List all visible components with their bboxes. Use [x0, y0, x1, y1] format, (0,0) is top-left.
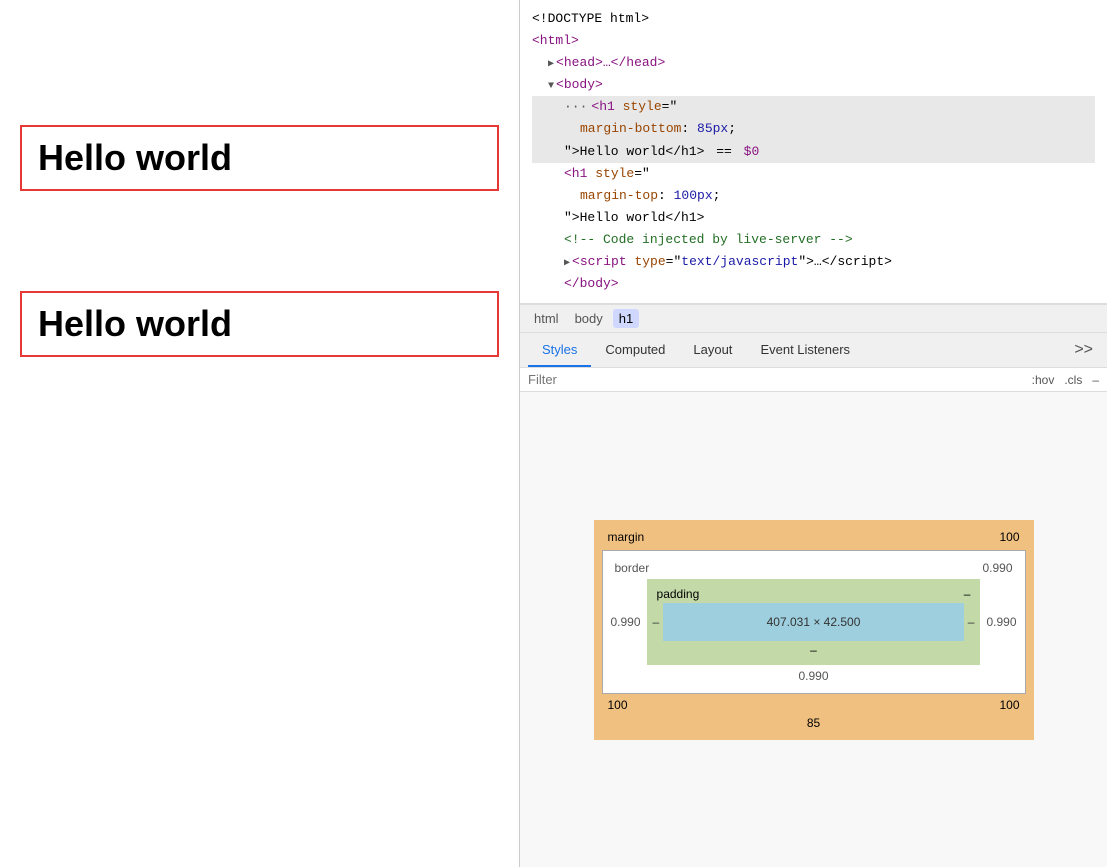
margin-top-value: 100 [999, 530, 1019, 544]
padding-bottom-value: – [810, 643, 817, 657]
border-bottom-row: 0.990 [611, 665, 1017, 685]
filter-bar: :hov .cls – [520, 368, 1107, 392]
hello-world-text-1: Hello world [38, 137, 481, 179]
border-top-row: border 0.990 [611, 559, 1017, 579]
content-box: 407.031 × 42.500 [663, 603, 964, 641]
margin-bottom-row: 85 [602, 712, 1026, 732]
padding-bottom-row: – [653, 641, 975, 659]
padding-label: padding [657, 587, 700, 601]
padding-box: padding – – 407.031 × 42.500 – [647, 579, 981, 665]
margin-side-row: 100 100 [602, 694, 1026, 712]
margin-top-row: margin 100 [602, 528, 1026, 550]
border-right-value: 0.990 [986, 615, 1016, 629]
dom-line-h1-content: ">Hello world</h1> == $0 [532, 141, 1095, 163]
hello-world-box-2: Hello world [20, 291, 499, 357]
dom-line-head[interactable]: ▶ <head>…</head> [532, 52, 1095, 74]
tab-layout[interactable]: Layout [679, 334, 746, 367]
margin-right-value: 100 [999, 698, 1019, 712]
devtools-panel: <!DOCTYPE html> <html> ▶ <head>…</head> … [520, 0, 1107, 867]
dom-line-body[interactable]: ▼ <body> [532, 74, 1095, 96]
border-bottom-value: 0.990 [798, 669, 828, 683]
box-model-diagram: margin 100 border 0.990 0.990 [594, 520, 1034, 740]
padding-right-value: – [968, 615, 975, 629]
breadcrumb-body[interactable]: body [569, 309, 609, 328]
padding-middle: – 407.031 × 42.500 – [653, 603, 975, 641]
hello-world-box-1: Hello world [20, 125, 499, 191]
tab-event-listeners[interactable]: Event Listeners [746, 334, 864, 367]
content-size: 407.031 × 42.500 [767, 615, 861, 629]
hello-world-text-2: Hello world [38, 303, 481, 345]
margin-left-value: 100 [608, 698, 628, 712]
dom-line-h1-2-open: <h1 style=" [532, 163, 1095, 185]
breadcrumb: html body h1 [520, 304, 1107, 333]
padding-and-content: padding – – 407.031 × 42.500 – [647, 579, 981, 665]
script-triangle-icon[interactable]: ▶ [564, 255, 570, 272]
border-middle: 0.990 padding – – [611, 579, 1017, 665]
dom-line-margin-top: margin-top: 100px; [532, 185, 1095, 207]
padding-top-value: – [964, 587, 971, 601]
devtools-tabs: Styles Computed Layout Event Listeners >… [520, 333, 1107, 368]
border-box: border 0.990 0.990 padding – [602, 550, 1026, 694]
margin-label: margin [608, 530, 645, 544]
dom-line-h1-2-content: ">Hello world</h1> [532, 207, 1095, 229]
dom-line-script[interactable]: ▶ <script type="text/javascript">…</scri… [532, 251, 1095, 273]
padding-top-row: padding – [653, 585, 975, 603]
margin-box: margin 100 border 0.990 0.990 [594, 520, 1034, 740]
triangle-icon[interactable]: ▶ [548, 56, 554, 73]
border-label: border [615, 561, 650, 575]
tab-more-icon[interactable]: >> [1068, 333, 1099, 367]
box-model-area: margin 100 border 0.990 0.990 [520, 392, 1107, 867]
dom-line-margin-bottom: margin-bottom: 85px; [532, 118, 1095, 140]
triangle-expand-icon[interactable]: ▼ [548, 78, 554, 95]
padding-left-value: – [653, 615, 660, 629]
tab-styles[interactable]: Styles [528, 334, 591, 367]
browser-preview: Hello world Hello world [0, 0, 520, 867]
breadcrumb-h1[interactable]: h1 [613, 309, 639, 328]
breadcrumb-html[interactable]: html [528, 309, 565, 328]
margin-bottom-value: 85 [807, 716, 820, 730]
dom-line-doctype: <!DOCTYPE html> [532, 8, 1095, 30]
dom-inspector: <!DOCTYPE html> <html> ▶ <head>…</head> … [520, 0, 1107, 304]
dom-line-comment: <!-- Code injected by live-server --> [532, 229, 1095, 251]
dom-line-html: <html> [532, 30, 1095, 52]
dom-line-h1-open[interactable]: ··· <h1 style=" [532, 96, 1095, 118]
border-top-value: 0.990 [982, 561, 1012, 575]
dom-line-body-close: </body> [532, 273, 1095, 295]
filter-hov[interactable]: :hov .cls – [1032, 373, 1099, 387]
dots-icon: ··· [564, 96, 587, 118]
border-left-value: 0.990 [611, 615, 641, 629]
filter-input[interactable] [528, 372, 728, 387]
tab-computed[interactable]: Computed [591, 334, 679, 367]
